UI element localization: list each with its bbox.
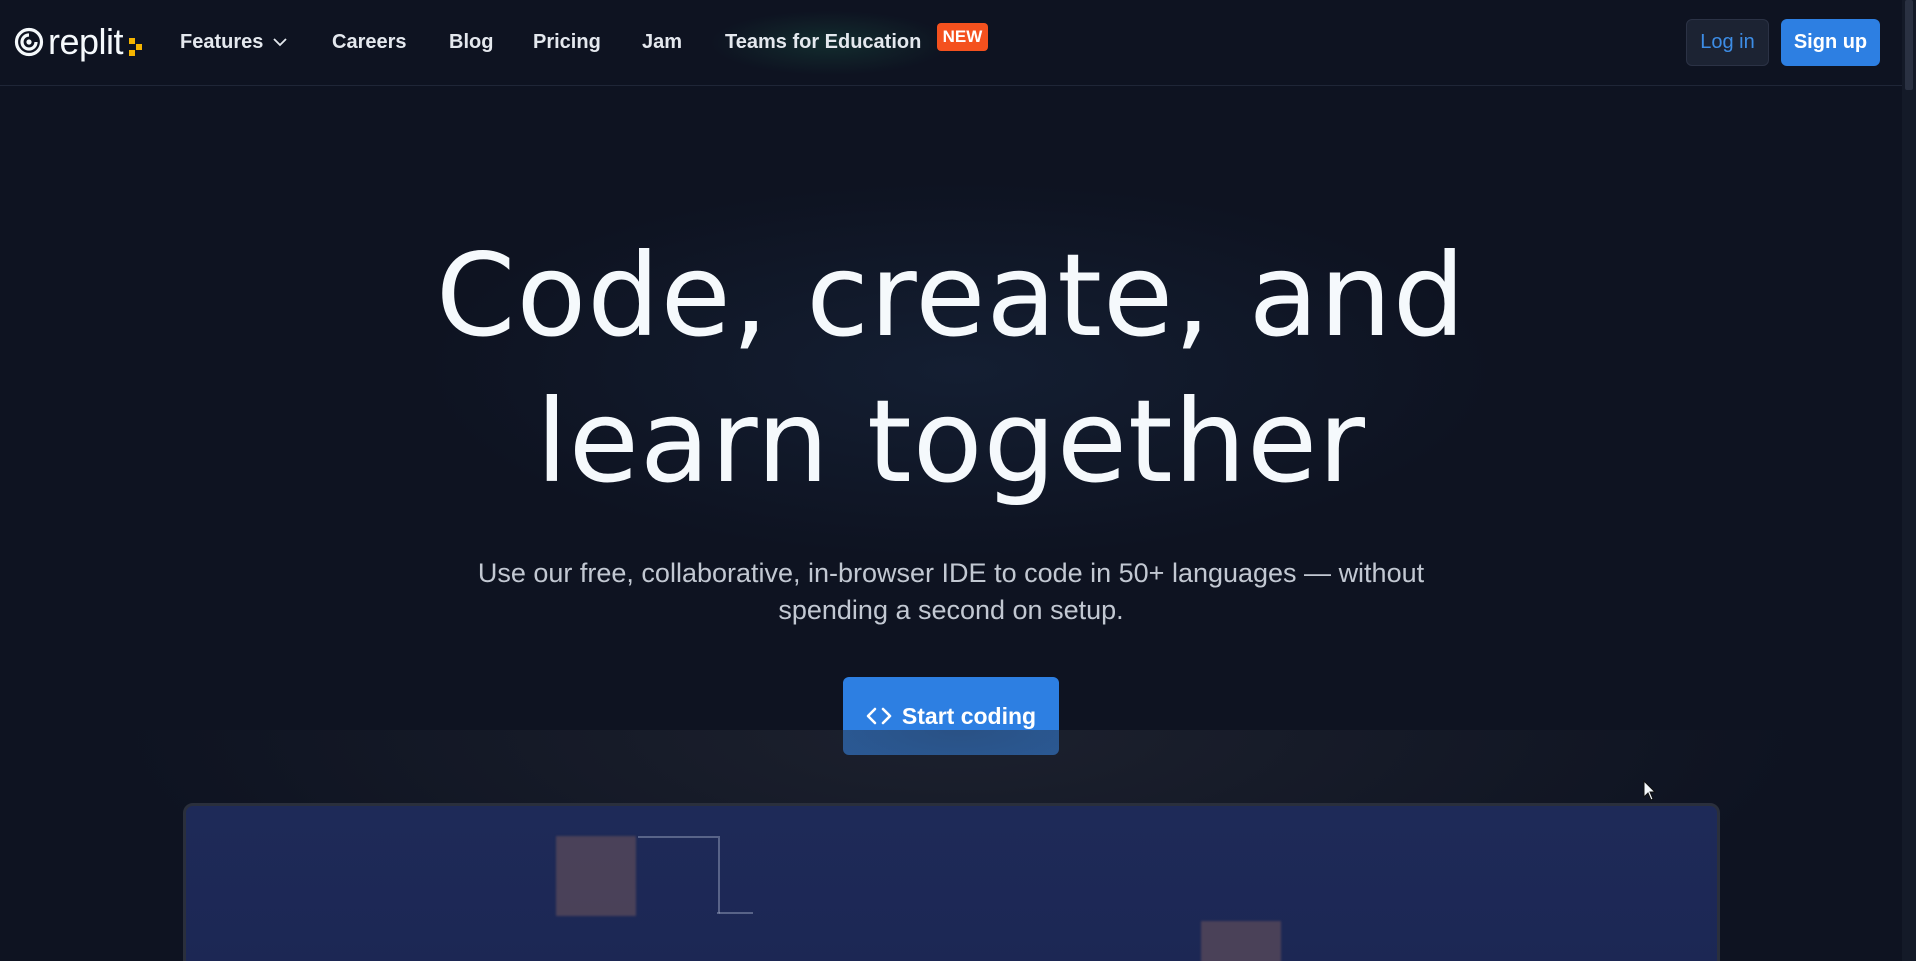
hero-title: Code, create, and learn together — [251, 223, 1651, 515]
nav-features[interactable]: Features — [180, 28, 288, 56]
code-brackets-icon — [866, 707, 892, 725]
nav-jam[interactable]: Jam — [642, 28, 682, 56]
hero-subtitle: Use our free, collaborative, in-browser … — [401, 555, 1501, 629]
top-navbar: replit Features Careers Blog Pricing Jam… — [0, 0, 1902, 86]
chevron-down-icon — [273, 38, 288, 47]
start-coding-label: Start coding — [901, 702, 1037, 729]
nav-blog[interactable]: Blog — [449, 28, 493, 56]
mouse-pointer-icon — [1643, 780, 1657, 801]
ide-preview-panel — [183, 803, 1720, 961]
hero-title-line-1: Code, create, and — [435, 229, 1467, 362]
signup-button[interactable]: Sign up — [1781, 19, 1880, 66]
preview-tile — [556, 836, 636, 916]
new-badge: NEW — [937, 23, 988, 51]
hero-title-line-2: learn together — [536, 375, 1366, 508]
hero-subtitle-line-2: spending a second on setup. — [778, 595, 1124, 625]
preview-line — [717, 912, 753, 914]
page: replit Features Careers Blog Pricing Jam… — [0, 0, 1916, 961]
hero-subtitle-line-1: Use our free, collaborative, in-browser … — [477, 558, 1425, 588]
preview-line — [638, 836, 720, 914]
login-button[interactable]: Log in — [1686, 19, 1769, 66]
replit-logo[interactable]: replit — [14, 22, 143, 62]
logo-dots-icon — [129, 38, 143, 56]
nav-pricing[interactable]: Pricing — [533, 28, 601, 56]
brand-name: replit — [48, 21, 124, 62]
nav-careers[interactable]: Careers — [332, 28, 407, 56]
page-scrollbar[interactable] — [1902, 0, 1916, 961]
nav-features-label: Features — [180, 31, 264, 53]
preview-tile — [1201, 921, 1281, 961]
nav-teams-for-education[interactable]: Teams for Education — [725, 28, 921, 56]
replit-logo-icon — [14, 27, 44, 57]
scrollbar-thumb[interactable] — [1905, 0, 1913, 90]
